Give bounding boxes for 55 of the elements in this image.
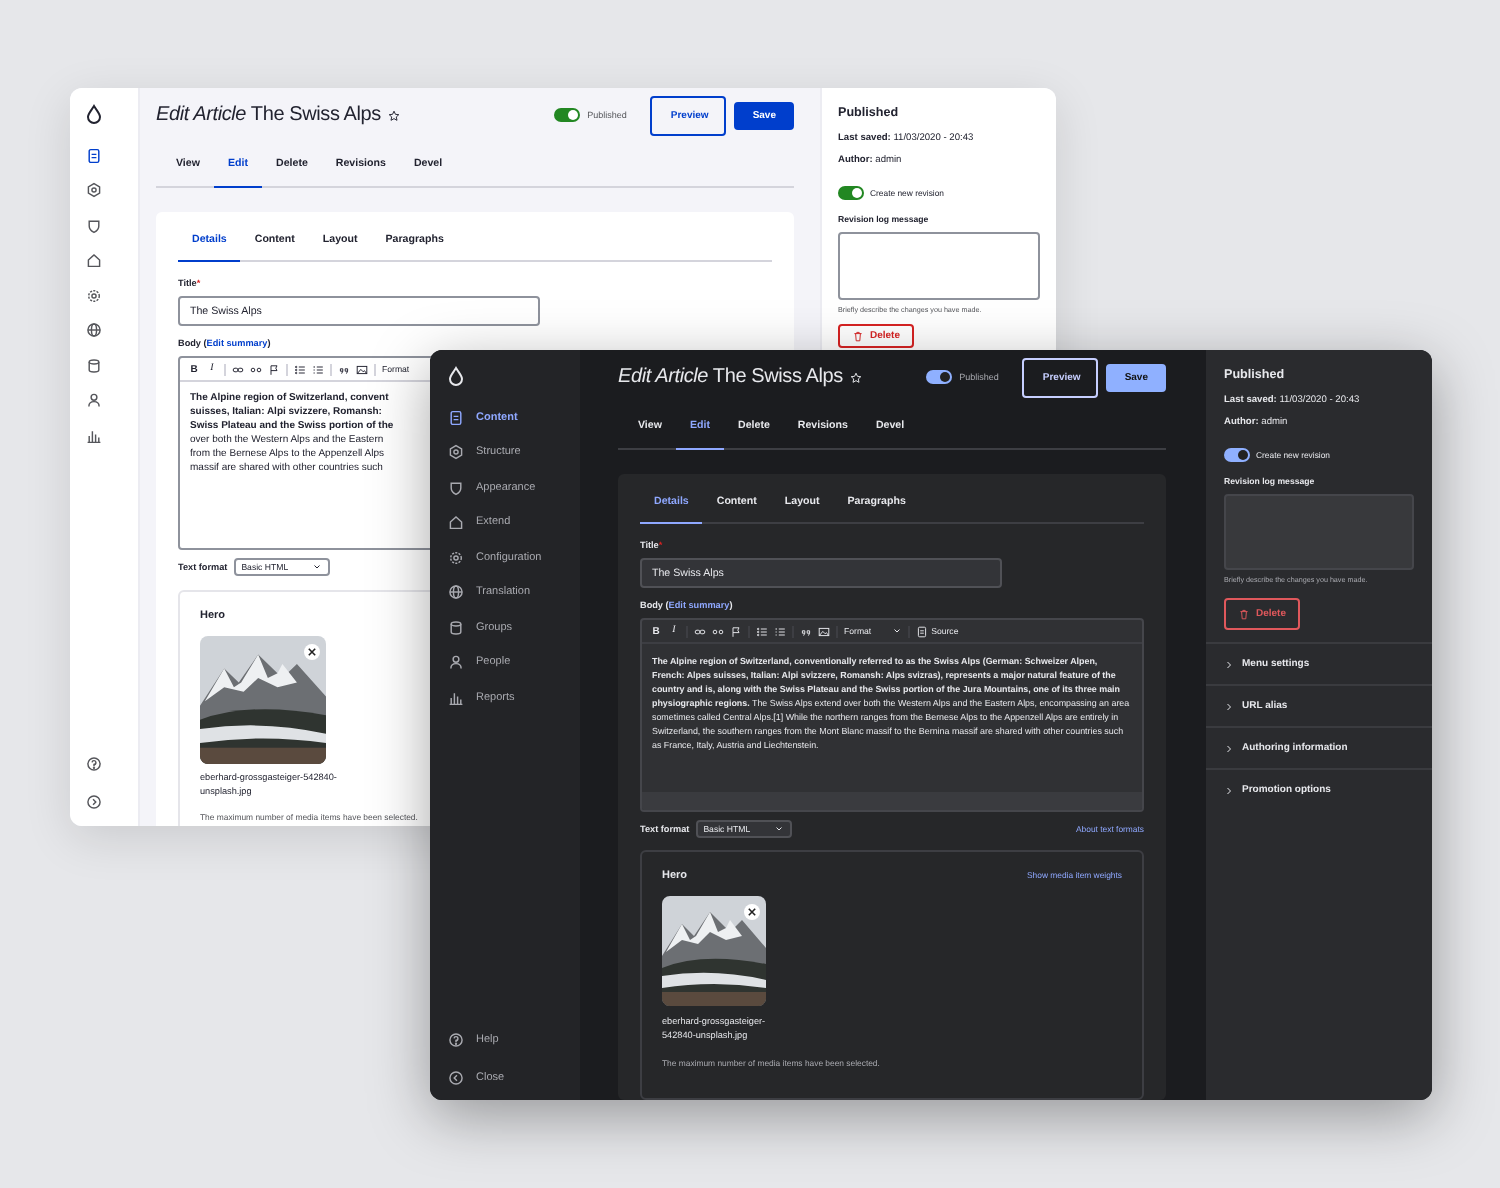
drop-icon [446, 366, 466, 386]
chevron-right-icon [1224, 701, 1234, 711]
flag-icon[interactable] [268, 363, 280, 375]
trash-icon [1238, 608, 1250, 620]
house-icon [86, 252, 102, 269]
chevron-right-icon [1224, 785, 1234, 795]
bulleted-list-icon[interactable] [294, 363, 306, 375]
numbered-list-icon[interactable] [312, 363, 324, 375]
page-title: Edit Article The Swiss Alps [618, 366, 843, 388]
text-editor[interactable] [640, 618, 1144, 812]
link-icon[interactable] [232, 363, 244, 375]
unlink-icon[interactable] [712, 625, 724, 637]
help-icon [448, 1031, 464, 1048]
quote-icon[interactable] [800, 625, 812, 637]
close-icon [744, 904, 760, 920]
close-icon [304, 644, 320, 660]
document-icon [86, 147, 102, 164]
published-toggle[interactable] [553, 108, 580, 122]
bar-chart-icon [86, 427, 102, 444]
person-icon [448, 654, 464, 671]
image-icon[interactable] [356, 363, 368, 375]
bulleted-list-icon[interactable] [756, 625, 768, 637]
globe-icon [448, 584, 464, 601]
trash-icon [852, 330, 864, 342]
unlink-icon[interactable] [250, 363, 262, 375]
gear-icon [448, 549, 464, 566]
hexagon-icon [86, 182, 102, 199]
bar-chart-icon [448, 689, 464, 706]
document-icon [448, 409, 464, 426]
photo-placeholder [662, 896, 766, 1006]
chevron-right-icon [1224, 743, 1234, 753]
drop-icon [84, 104, 104, 124]
person-icon [86, 392, 102, 409]
house-icon [448, 514, 464, 531]
shield-icon [86, 217, 102, 234]
chevron-right-icon [1224, 659, 1234, 669]
shield-icon [448, 479, 464, 496]
hexagon-icon [448, 444, 464, 461]
gear-icon [86, 287, 102, 304]
star-icon[interactable] [388, 109, 401, 121]
chevron-left-icon [448, 1070, 464, 1087]
help-icon [86, 755, 102, 772]
document-icon [915, 625, 928, 637]
database-icon [86, 357, 102, 374]
globe-icon [86, 322, 102, 339]
quote-icon[interactable] [338, 363, 350, 375]
chevron-right-icon [86, 794, 102, 811]
link-icon[interactable] [694, 625, 706, 637]
revision-log-textarea[interactable] [838, 232, 1040, 300]
photo-placeholder [200, 636, 326, 764]
revision-toggle[interactable] [1224, 447, 1250, 461]
database-icon [448, 619, 464, 636]
revision-toggle[interactable] [838, 185, 864, 199]
page-title: Edit Article The Swiss Alps [156, 104, 381, 126]
published-toggle[interactable] [925, 370, 952, 384]
